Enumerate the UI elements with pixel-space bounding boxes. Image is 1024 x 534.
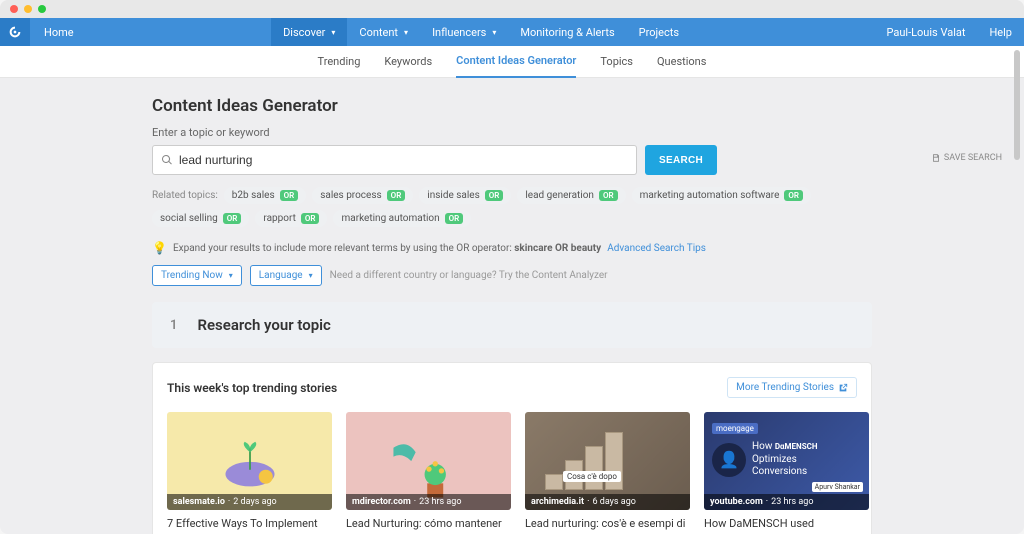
thumb-tag: moengage xyxy=(712,423,758,434)
advanced-search-tips-link[interactable]: Advanced Search Tips xyxy=(607,243,706,254)
story-title: 7 Effective Ways To Implement Your Lead … xyxy=(167,517,332,534)
stories-card: This week's top trending stories More Tr… xyxy=(152,362,872,534)
search-icon xyxy=(161,154,173,166)
chevron-down-icon: ▾ xyxy=(331,28,335,37)
app-logo[interactable] xyxy=(0,18,30,46)
traffic-light-zoom[interactable] xyxy=(38,5,46,13)
nav-influencers[interactable]: Influencers▾ xyxy=(420,18,508,46)
subnav-trending[interactable]: Trending xyxy=(318,46,361,78)
or-badge: OR xyxy=(784,190,803,201)
chevron-down-icon: ▾ xyxy=(404,28,408,37)
page-title: Content Ideas Generator xyxy=(152,96,872,116)
or-badge: OR xyxy=(223,213,242,224)
or-badge: OR xyxy=(445,213,464,224)
or-badge: OR xyxy=(280,190,299,201)
step-title: Research your topic xyxy=(197,316,330,334)
more-trending-stories-link[interactable]: More Trending Stories xyxy=(727,377,857,398)
search-label: Enter a topic or keyword xyxy=(152,126,872,139)
story-thumbnail: mdirector.com·23 hrs ago xyxy=(346,412,511,510)
chip-marketing-automation-software[interactable]: marketing automation softwareOR xyxy=(632,187,811,204)
nav-monitoring[interactable]: Monitoring & Alerts xyxy=(508,18,626,46)
window-titlebar xyxy=(0,0,1024,18)
nav-user[interactable]: Paul-Louis Valat xyxy=(874,18,977,46)
story-title: Lead nurturing: cos'è e esempi di email xyxy=(525,517,690,534)
top-nav: Home Discover▾ Content▾ Influencers▾ Mon… xyxy=(0,18,1024,46)
subnav-topics[interactable]: Topics xyxy=(600,46,633,78)
nav-help[interactable]: Help xyxy=(977,18,1024,46)
traffic-light-minimize[interactable] xyxy=(24,5,32,13)
related-topics: Related topics: b2b salesOR sales proces… xyxy=(152,187,872,227)
chip-rapport[interactable]: rapportOR xyxy=(255,210,327,227)
story-thumbnail: Cosa c'è dopo archimedia.it·6 days ago xyxy=(525,412,690,510)
story-card[interactable]: salesmate.io·2 days ago 7 Effective Ways… xyxy=(167,412,332,534)
chip-lead-generation[interactable]: lead generationOR xyxy=(517,187,625,204)
story-card[interactable]: mdirector.com·23 hrs ago Lead Nurturing:… xyxy=(346,412,511,534)
subnav-questions[interactable]: Questions xyxy=(657,46,706,78)
story-thumbnail: salesmate.io·2 days ago xyxy=(167,412,332,510)
story-card[interactable]: moengage 👤 How DαMENSCH Optimizes Conver… xyxy=(704,412,869,534)
or-badge: OR xyxy=(387,190,406,201)
tip-text: Expand your results to include more rele… xyxy=(173,243,601,254)
search-box[interactable] xyxy=(152,145,637,175)
related-label: Related topics: xyxy=(152,190,218,201)
subnav-keywords[interactable]: Keywords xyxy=(384,46,432,78)
chip-marketing-automation[interactable]: marketing automationOR xyxy=(333,210,471,227)
or-badge: OR xyxy=(599,190,618,201)
chip-sales-process[interactable]: sales processOR xyxy=(312,187,413,204)
avatar: 👤 xyxy=(712,443,746,477)
or-badge: OR xyxy=(301,213,320,224)
scrollbar[interactable] xyxy=(1014,48,1020,528)
step-header: 1 Research your topic xyxy=(152,302,872,348)
chevron-down-icon: ▾ xyxy=(309,271,313,280)
chevron-down-icon: ▾ xyxy=(492,28,496,37)
nav-projects[interactable]: Projects xyxy=(627,18,691,46)
story-card[interactable]: Cosa c'è dopo archimedia.it·6 days ago L… xyxy=(525,412,690,534)
search-button[interactable]: SEARCH xyxy=(645,145,717,175)
save-icon xyxy=(931,153,941,163)
chevron-down-icon: ▾ xyxy=(229,271,233,280)
stories-title: This week's top trending stories xyxy=(167,381,337,395)
search-input[interactable] xyxy=(179,153,628,167)
nav-home[interactable]: Home xyxy=(30,18,88,46)
nav-content[interactable]: Content▾ xyxy=(347,18,420,46)
external-link-icon xyxy=(838,383,848,393)
chip-social-selling[interactable]: social sellingOR xyxy=(152,210,249,227)
filter-trending-now[interactable]: Trending Now▾ xyxy=(152,265,242,286)
subnav-content-ideas-generator[interactable]: Content Ideas Generator xyxy=(456,46,576,78)
thumb-overlay-text: Cosa c'è dopo xyxy=(563,471,621,482)
thumb-name-badge: Apurv Shankar xyxy=(812,482,863,492)
tip-row: 💡 Expand your results to include more re… xyxy=(152,241,872,255)
step-number: 1 xyxy=(170,318,177,333)
nav-discover[interactable]: Discover▾ xyxy=(271,18,347,46)
filter-language[interactable]: Language▾ xyxy=(250,265,322,286)
story-title: Lead Nurturing: cómo mantener el engagem… xyxy=(346,517,511,534)
story-title: How DaMENSCH used MoEngage to optimize l… xyxy=(704,517,869,534)
sub-nav: Trending Keywords Content Ideas Generato… xyxy=(0,46,1024,78)
filter-hint: Need a different country or language? Tr… xyxy=(330,270,608,281)
traffic-light-close[interactable] xyxy=(10,5,18,13)
or-badge: OR xyxy=(485,190,504,201)
story-thumbnail: moengage 👤 How DαMENSCH Optimizes Conver… xyxy=(704,412,869,510)
save-search-button[interactable]: SAVE SEARCH xyxy=(931,153,1002,163)
bulb-icon: 💡 xyxy=(152,241,167,255)
chip-inside-sales[interactable]: inside salesOR xyxy=(419,187,511,204)
filter-row: Trending Now▾ Language▾ Need a different… xyxy=(152,265,872,286)
chip-b2b-sales[interactable]: b2b salesOR xyxy=(224,187,306,204)
